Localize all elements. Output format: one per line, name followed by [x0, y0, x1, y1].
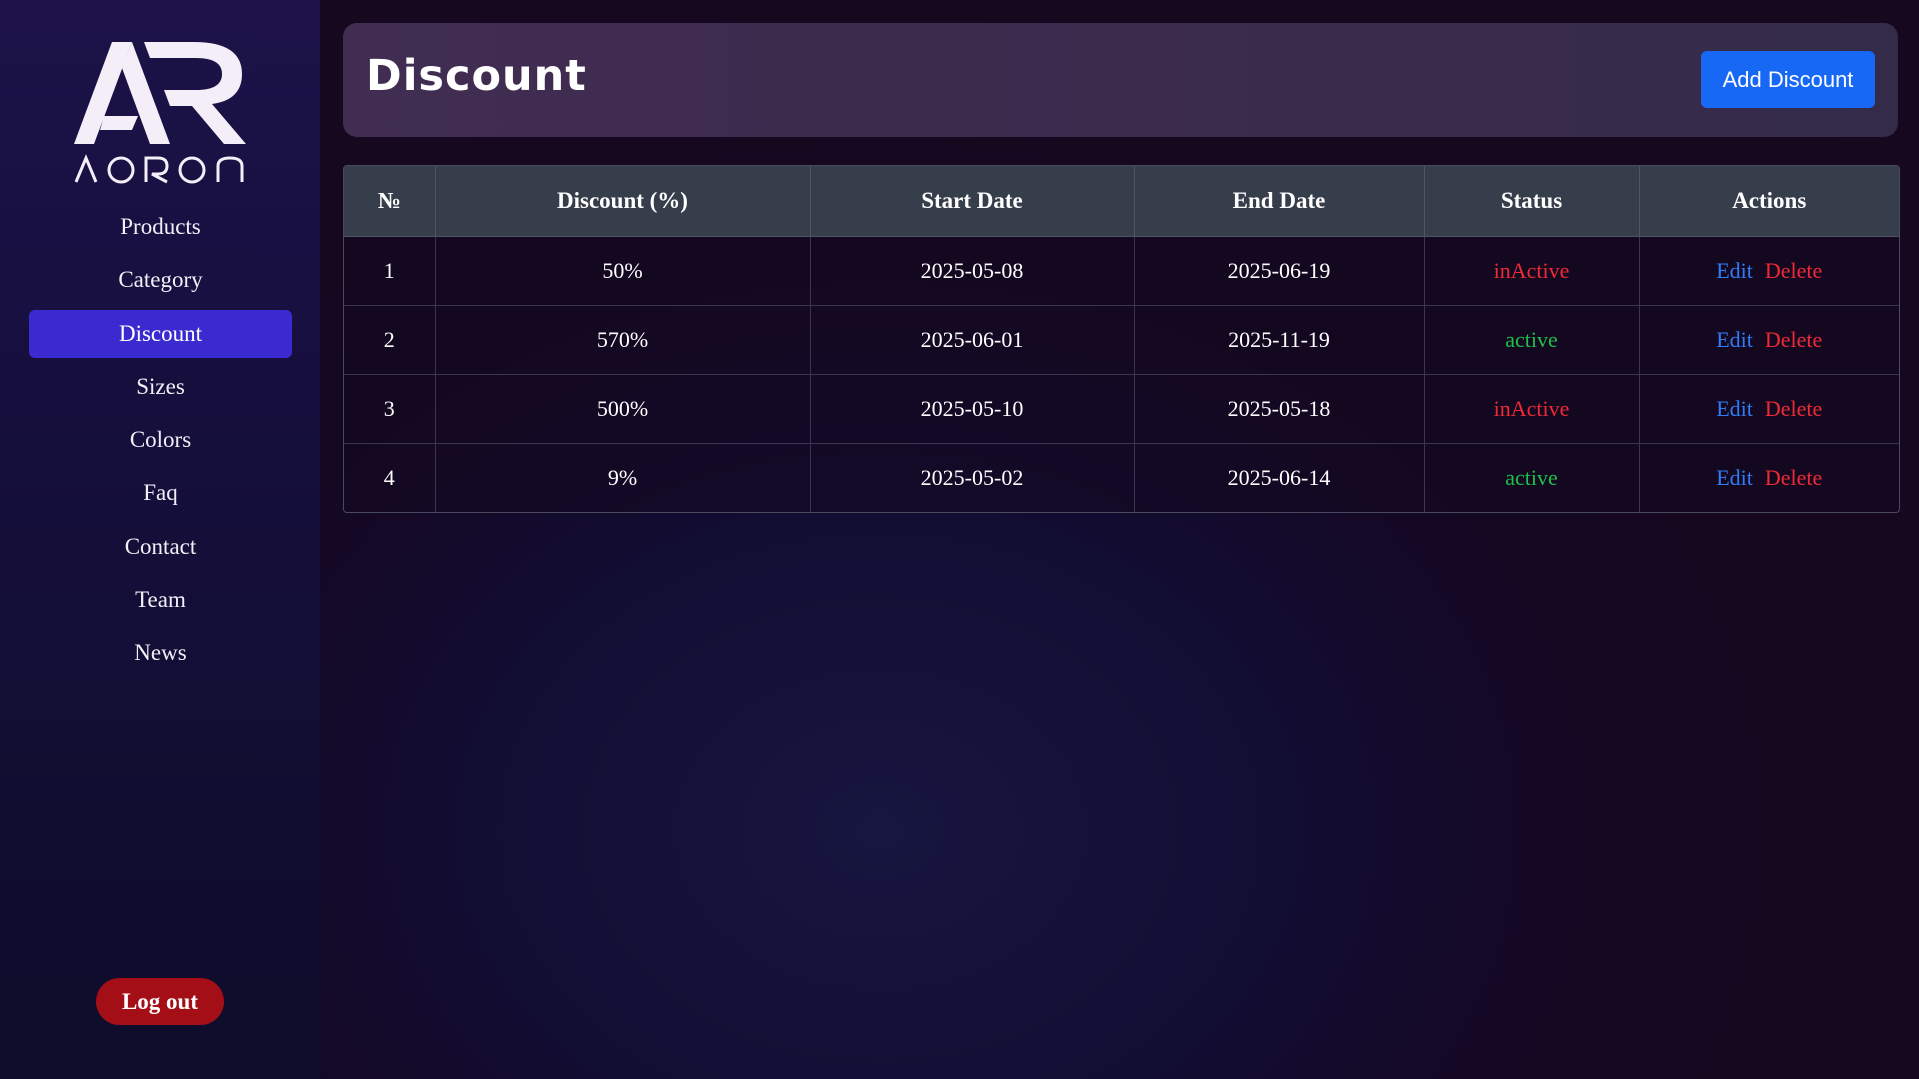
status-badge: active: [1424, 305, 1640, 375]
column-header-status[interactable]: Status: [1424, 166, 1640, 237]
cell-discount: 570%: [435, 305, 811, 375]
edit-link[interactable]: Edit: [1716, 327, 1753, 352]
column-header-number[interactable]: №: [344, 166, 436, 237]
column-header-discount[interactable]: Discount (%): [435, 166, 811, 237]
table-row: 1 50% 2025-05-08 2025-06-19 inActive Edi…: [344, 236, 1899, 306]
edit-link[interactable]: Edit: [1716, 396, 1753, 421]
sidebar-item-contact[interactable]: Contact: [29, 523, 292, 571]
brand-logo[interactable]: [74, 40, 246, 186]
cell-number: 3: [344, 374, 436, 444]
sidebar-item-discount[interactable]: Discount: [29, 309, 292, 358]
column-header-actions: Actions: [1639, 166, 1899, 237]
cell-end-date: 2025-11-19: [1134, 305, 1425, 375]
discount-table: № Discount (%) Start Date End Date Statu…: [344, 166, 1899, 512]
cell-end-date: 2025-06-14: [1134, 443, 1425, 512]
logout-button[interactable]: Log out: [96, 978, 224, 1025]
table-row: 2 570% 2025-06-01 2025-11-19 active Edit…: [344, 305, 1899, 375]
status-badge: inActive: [1424, 374, 1640, 444]
table-header-row: № Discount (%) Start Date End Date Statu…: [344, 166, 1899, 237]
cell-end-date: 2025-05-18: [1134, 374, 1425, 444]
cell-actions: Edit Delete: [1639, 305, 1899, 375]
cell-actions: Edit Delete: [1639, 374, 1899, 444]
column-header-end-date[interactable]: End Date: [1134, 166, 1425, 237]
cell-number: 4: [344, 443, 436, 512]
sidebar-item-news[interactable]: News: [29, 629, 292, 677]
cell-start-date: 2025-05-02: [810, 443, 1135, 512]
column-header-start-date[interactable]: Start Date: [810, 166, 1135, 237]
delete-link[interactable]: Delete: [1765, 396, 1822, 421]
page-title: Discount: [366, 51, 587, 101]
edit-link[interactable]: Edit: [1716, 258, 1753, 283]
add-discount-button[interactable]: Add Discount: [1701, 51, 1875, 108]
cell-number: 1: [344, 236, 436, 306]
sidebar-item-products[interactable]: Products: [29, 203, 292, 251]
sidebar-item-team[interactable]: Team: [29, 576, 292, 624]
sidebar-nav: Products Category Discount Sizes Colors …: [29, 203, 292, 683]
cell-start-date: 2025-06-01: [810, 305, 1135, 375]
delete-link[interactable]: Delete: [1765, 258, 1822, 283]
cell-discount: 9%: [435, 443, 811, 512]
page-header: Discount Add Discount: [343, 23, 1898, 137]
sidebar-item-category[interactable]: Category: [29, 256, 292, 304]
cell-start-date: 2025-05-08: [810, 236, 1135, 306]
sidebar-item-faq[interactable]: Faq: [29, 469, 292, 517]
sidebar-item-colors[interactable]: Colors: [29, 416, 292, 464]
sidebar: Products Category Discount Sizes Colors …: [0, 0, 320, 1079]
status-badge: inActive: [1424, 236, 1640, 306]
sidebar-item-sizes[interactable]: Sizes: [29, 363, 292, 411]
delete-link[interactable]: Delete: [1765, 327, 1822, 352]
cell-actions: Edit Delete: [1639, 444, 1899, 513]
delete-link[interactable]: Delete: [1765, 465, 1822, 490]
cell-end-date: 2025-06-19: [1134, 236, 1425, 306]
cell-discount: 500%: [435, 374, 811, 444]
edit-link[interactable]: Edit: [1716, 465, 1753, 490]
aoron-logo-icon: [74, 42, 246, 184]
cell-start-date: 2025-05-10: [810, 374, 1135, 444]
cell-discount: 50%: [435, 236, 811, 306]
cell-actions: Edit Delete: [1639, 236, 1899, 306]
table-row: 4 9% 2025-05-02 2025-06-14 active Edit De…: [344, 443, 1899, 513]
table-row: 3 500% 2025-05-10 2025-05-18 inActive Ed…: [344, 374, 1899, 444]
discount-table-container: № Discount (%) Start Date End Date Statu…: [343, 165, 1900, 513]
status-badge: active: [1424, 443, 1640, 512]
cell-number: 2: [344, 305, 436, 375]
